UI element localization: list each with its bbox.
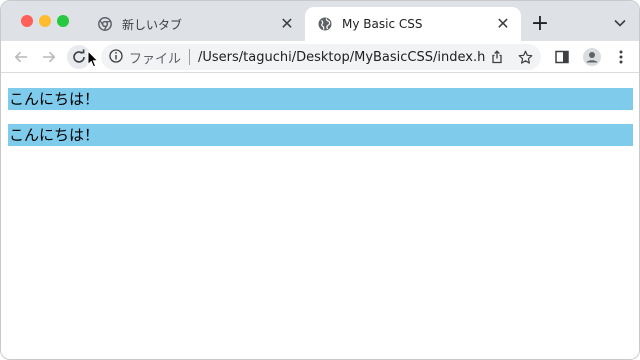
- chevron-down-icon[interactable]: [611, 14, 629, 32]
- maximize-window-button[interactable]: [57, 15, 69, 27]
- browser-window: 新しいタブ ✕ My Basic CSS ✕ + ファイル /Users/tag…: [0, 0, 640, 360]
- minimize-window-button[interactable]: [39, 15, 51, 27]
- tab-title: 新しいタブ: [122, 17, 183, 32]
- share-icon[interactable]: [485, 45, 509, 69]
- tab-my-basic-css[interactable]: My Basic CSS ✕: [305, 7, 521, 41]
- tab-title: My Basic CSS: [342, 17, 423, 31]
- address-separator: [189, 49, 191, 65]
- globe-icon: [317, 16, 333, 32]
- site-info-button[interactable]: ファイル: [101, 44, 187, 70]
- back-arrow-icon[interactable]: [9, 45, 33, 69]
- url-text[interactable]: /Users/taguchi/Desktop/MyBasicCSS/index.…: [198, 50, 485, 65]
- info-icon: [109, 48, 123, 67]
- new-tab-button[interactable]: +: [529, 13, 551, 35]
- greeting-paragraph: こんにちは！: [8, 88, 633, 110]
- chrome-icon: [97, 16, 113, 32]
- page-content: こんにちは！ こんにちは！: [1, 74, 639, 359]
- address-bar[interactable]: ファイル /Users/taguchi/Desktop/MyBasicCSS/i…: [101, 44, 541, 70]
- tab-new-tab[interactable]: 新しいタブ ✕: [83, 7, 305, 41]
- greeting-paragraph: こんにちは！: [8, 124, 633, 146]
- tab-strip: 新しいタブ ✕ My Basic CSS ✕ +: [1, 1, 639, 41]
- close-window-button[interactable]: [21, 15, 33, 27]
- mouse-cursor-icon: [87, 50, 99, 68]
- close-icon[interactable]: ✕: [277, 14, 297, 34]
- profile-avatar-icon[interactable]: [580, 45, 604, 69]
- side-panel-icon[interactable]: [550, 45, 574, 69]
- bookmark-star-icon[interactable]: [513, 45, 537, 69]
- site-info-label: ファイル: [129, 51, 182, 67]
- close-icon[interactable]: ✕: [493, 14, 513, 34]
- more-menu-icon[interactable]: [609, 45, 633, 69]
- forward-arrow-icon[interactable]: [37, 45, 61, 69]
